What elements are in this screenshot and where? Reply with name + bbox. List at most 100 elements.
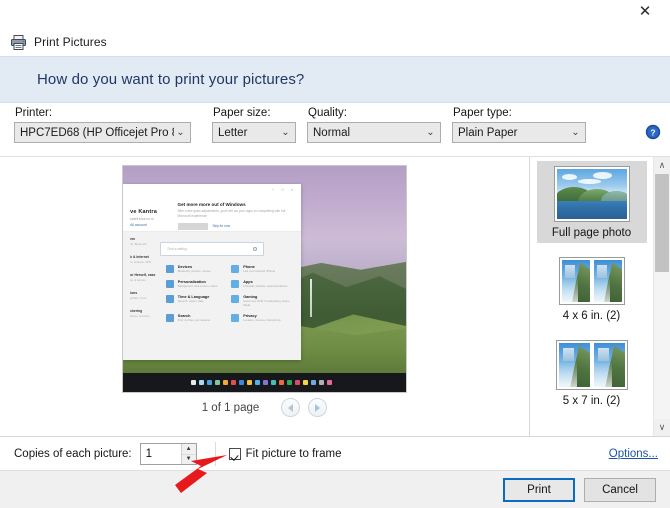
chevron-down-icon: ⌄	[176, 126, 185, 138]
paper-type-label: Paper type:	[453, 107, 512, 119]
printer-value: HPC7ED68 (HP Officejet Pro 8600	[20, 126, 174, 139]
svg-text:?: ?	[650, 127, 655, 137]
tile-desc: Bluetooth, printers, mouse	[177, 269, 211, 274]
paper-type-value: Plain Paper	[458, 126, 518, 139]
side-item-desc: bikers, recovery	[130, 313, 150, 318]
options-link[interactable]: Options...	[609, 448, 658, 460]
title-bar: ✕	[0, 0, 670, 28]
settings-window-mock: ve Kantra kabhi.blue.co.in All account G…	[123, 184, 302, 361]
side-item-title: k & Internet	[130, 254, 149, 259]
thumbnail-frame	[558, 257, 625, 305]
paper-size-label: Paper size:	[213, 107, 271, 119]
pair-thumb	[558, 343, 590, 387]
settings-side-column: em nd, Bluetooth k & Internet ni, airpla…	[123, 237, 162, 327]
layout-scrollbar[interactable]: ∧ ∨	[653, 157, 670, 436]
gaming-icon	[231, 295, 240, 304]
thumbnail-frame	[555, 340, 628, 390]
apps-icon	[231, 280, 240, 289]
account-link: All account	[130, 223, 147, 228]
settings-account: ve Kantra kabhi.blue.co.in All account	[123, 184, 174, 231]
copies-input[interactable]	[140, 443, 181, 464]
copies-stepper[interactable]: ▲ ▼	[139, 442, 197, 465]
settings-tile: Privacy Location, camera, microphone	[231, 313, 290, 323]
pair-thumb	[593, 260, 622, 302]
paper-size-select[interactable]: Letter ⌄	[212, 122, 296, 143]
help-circle-icon[interactable]: ?	[645, 124, 661, 140]
list-item: k & Internet ni, airplane, VPN	[130, 255, 162, 264]
list-item: ckering bikers, recovery	[130, 309, 162, 318]
close-icon[interactable]: ✕	[632, 0, 658, 22]
account-name: ve Kantra	[130, 209, 157, 216]
list-item: or Herself, ease se of access	[130, 273, 162, 282]
list-item: ions ypdate, Trust	[130, 291, 162, 300]
next-page-button[interactable]	[308, 398, 328, 417]
previous-page-button[interactable]	[281, 398, 301, 417]
promo-skip-link: Skip for now	[212, 224, 231, 228]
printer-select[interactable]: HPC7ED68 (HP Officejet Pro 8600 ⌄	[14, 122, 191, 143]
side-item-desc: nd, Bluetooth	[130, 241, 147, 246]
dialog-body: ve Kantra kabhi.blue.co.in All account G…	[0, 156, 670, 436]
side-item-desc: ypdate, Trust	[130, 295, 147, 300]
side-item-title: ions	[130, 290, 138, 295]
paper-type-field: Paper type: Plain Paper ⌄	[452, 107, 586, 143]
list-item: em nd, Bluetooth	[130, 237, 162, 246]
scroll-up-button[interactable]: ∧	[654, 157, 670, 174]
tile-desc: Find my files, permissions	[177, 317, 210, 322]
quality-select[interactable]: Normal ⌄	[307, 122, 441, 143]
settings-window-controls: − □ ×	[271, 186, 296, 192]
page-indicator: 1 of 1 page	[201, 401, 260, 414]
scrollbar-track[interactable]	[654, 174, 670, 419]
devices-icon	[165, 265, 174, 274]
pair-thumb	[561, 260, 590, 302]
settings-search-box: Find a setting	[160, 242, 264, 257]
options-bar: Printer: HPC7ED68 (HP Officejet Pro 8600…	[0, 103, 670, 156]
search-icon	[252, 247, 257, 252]
settings-tile: Search Find my files, permissions	[165, 313, 225, 323]
cancel-button[interactable]: Cancel	[584, 477, 656, 502]
phone-icon	[231, 265, 240, 274]
personalization-icon	[165, 280, 174, 289]
layout-caption: 4 x 6 in. (2)	[562, 310, 621, 322]
paper-size-value: Letter	[218, 126, 248, 139]
chevron-left-icon	[288, 403, 294, 412]
tile-desc: Link your Android, iPhone	[243, 269, 276, 274]
layout-option-5x7[interactable]: 5 x 7 in. (2)	[537, 335, 647, 411]
print-preview-image: ve Kantra kabhi.blue.co.in All account G…	[122, 165, 407, 393]
banner: How do you want to print your pictures?	[0, 56, 670, 103]
print-button[interactable]: Print	[503, 477, 575, 502]
layout-list: Full page photo 4 x 6 in. (2) 5 x 7 in. …	[530, 157, 653, 436]
scroll-down-button[interactable]: ∨	[654, 419, 670, 436]
layout-caption: Full page photo	[551, 227, 632, 239]
side-item-title: or Herself, ease	[130, 272, 156, 277]
copies-increment-button[interactable]: ▲	[182, 444, 196, 454]
privacy-icon	[231, 313, 240, 322]
layout-option-4x6[interactable]: 4 x 6 in. (2)	[537, 252, 647, 326]
fit-picture-label: Fit picture to frame	[245, 447, 342, 460]
search-settings-icon	[165, 313, 174, 322]
settings-header: ve Kantra kabhi.blue.co.in All account G…	[123, 184, 302, 232]
pair-thumb	[593, 343, 625, 387]
thumbnail-frame	[553, 166, 630, 222]
settings-tile: Phone Link your Android, iPhone	[231, 265, 290, 274]
promo-text: With a few quick adjustments, you'll tel…	[177, 208, 286, 218]
paper-type-select[interactable]: Plain Paper ⌄	[452, 122, 586, 143]
footer-controls: Copies of each picture: ▲ ▼ Fit picture …	[0, 436, 670, 470]
layout-option-full-page-photo[interactable]: Full page photo	[536, 161, 647, 243]
promo-title: Get more more out of Windows	[177, 201, 246, 207]
printer-field: Printer: HPC7ED68 (HP Officejet Pro 8600…	[14, 107, 191, 143]
checkbox-box[interactable]	[228, 447, 241, 460]
time-language-icon	[165, 295, 174, 304]
fit-picture-to-frame-checkbox[interactable]: Fit picture to frame	[228, 447, 342, 460]
side-item-title: ckering	[130, 308, 143, 313]
side-item-title: em	[130, 236, 136, 241]
account-email: kabhi.blue.co.in	[130, 217, 154, 222]
promo-primary-button	[177, 222, 208, 230]
wallpaper-waterfall	[309, 279, 312, 318]
settings-tile: Time & Language Speech, region, date	[165, 295, 225, 308]
quality-value: Normal	[313, 126, 351, 139]
settings-tile: Apps Uninstall, defaults, optional featur…	[231, 280, 290, 289]
copies-decrement-button[interactable]: ▼	[181, 453, 196, 464]
side-item-desc: se of access	[130, 277, 146, 282]
paper-size-field: Paper size: Letter ⌄	[212, 107, 296, 143]
scrollbar-thumb[interactable]	[655, 174, 669, 272]
